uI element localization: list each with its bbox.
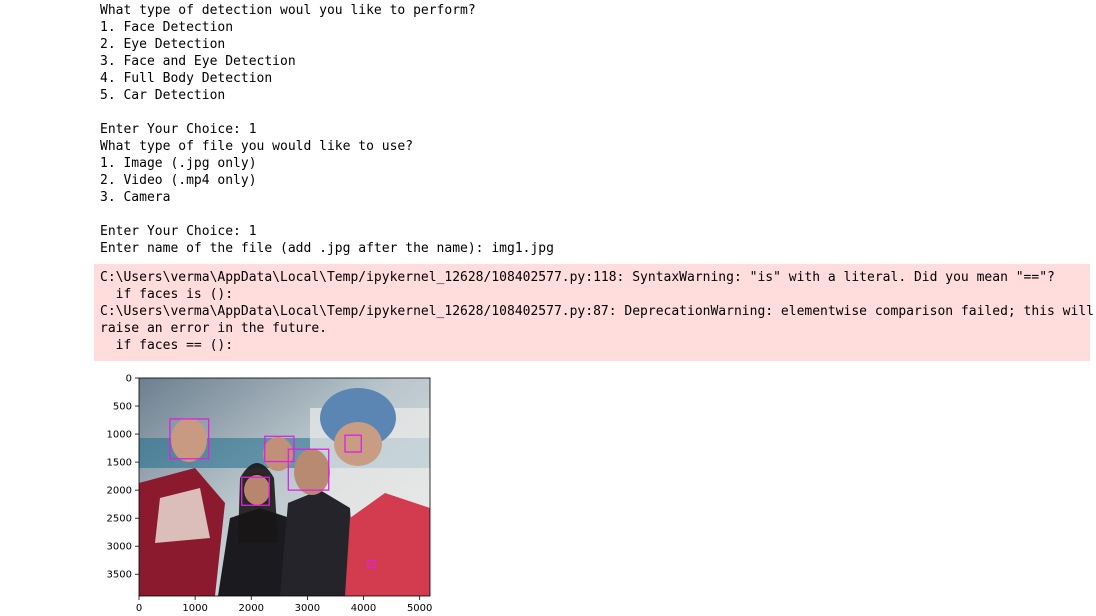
plot-svg: 0 500 1000 1500 2000 2500 3000 3500 0 1000 2000 30… [107,374,433,615]
x-axis: 0 1000 2000 3000 4000 5000 [136,596,432,614]
x-tick-label: 1000 [182,603,207,614]
stderr-line: if faces == (): [100,338,234,353]
y-tick-label: 3500 [107,570,132,581]
x-tick-label: 5000 [407,603,432,614]
y-tick-label: 2000 [107,486,132,497]
stdout-line: 3. Face and Eye Detection [100,54,296,69]
image-plot: 0 500 1000 1500 2000 2500 3000 3500 0 1000 2000 30… [100,368,440,616]
x-tick-label: 0 [136,603,142,614]
stdout-line: What type of file you would like to use? [100,139,414,154]
person-right-face [294,449,330,495]
y-tick-label: 3000 [107,542,132,553]
stdout-line: Enter Your Choice: 1 [100,122,257,137]
stdout-output: What type of detection woul you like to … [100,2,554,257]
stderr-lines: C:\Users\verma\AppData\Local\Temp/ipyker… [100,269,1094,354]
stdout-line: 2. Eye Detection [100,37,226,52]
stderr-line: C:\Users\verma\AppData\Local\Temp/ipyker… [100,304,1094,319]
stderr-line: raise an error in the future. [100,321,327,336]
stderr-warning-block: C:\Users\verma\AppData\Local\Temp/ipyker… [94,264,1094,361]
stdout-line: 1. Face Detection [100,20,234,35]
stdout-line: 5. Car Detection [100,88,226,103]
stdout-line: 1. Image (.jpg only) [100,156,257,171]
stdout-line: What type of detection woul you like to … [100,3,476,18]
photo-image [139,378,430,596]
y-tick-label: 1500 [107,458,132,469]
x-tick-label: 3000 [295,603,320,614]
x-tick-label: 2000 [239,603,264,614]
stdout-line: Enter Your Choice: 1 [100,224,257,239]
person-left-face [171,418,207,462]
y-axis: 0 500 1000 1500 2000 2500 3000 3500 [107,374,139,581]
stdout-line: 3. Camera [100,190,171,205]
stderr-line: C:\Users\verma\AppData\Local\Temp/ipyker… [100,270,1055,285]
stdout-line [100,206,554,223]
x-tick-label: 4000 [351,603,376,614]
stdout-line: 2. Video (.mp4 only) [100,173,257,188]
y-tick-label: 1000 [107,430,132,441]
stdout-line [100,104,554,121]
y-tick-label: 0 [126,374,132,385]
stderr-line: if faces is (): [100,287,234,302]
stdout-line: 4. Full Body Detection [100,71,273,86]
person-turban-face [334,422,382,466]
y-tick-label: 500 [113,402,132,413]
stdout-line: Enter name of the file (add .jpg after t… [100,241,554,256]
person-right-body [280,490,355,596]
y-tick-label: 2500 [107,514,132,525]
